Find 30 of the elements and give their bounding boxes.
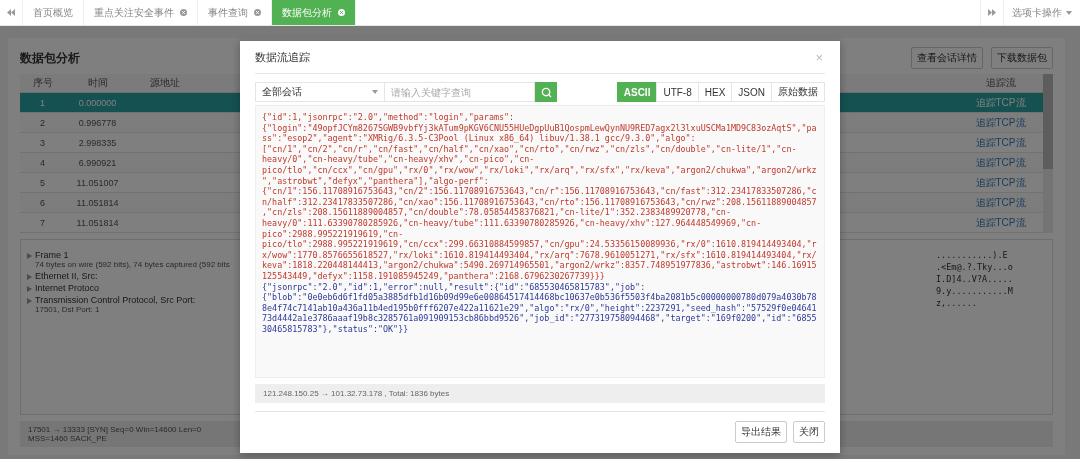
table-cell: 6.990921 — [78, 157, 117, 168]
ascii-dump-line: I.D]4..V?A..... — [936, 274, 1014, 284]
table-cell: 4 — [40, 157, 45, 168]
table-cell: 3 — [40, 137, 45, 148]
table-cell: 0.000000 — [78, 97, 117, 108]
column-header: 时间 — [87, 76, 108, 90]
table-cell: 11.051007 — [76, 177, 119, 188]
detail-info: 17501, Dst Port: 1 — [35, 305, 100, 314]
ascii-dump-line: .<Em@.?.Tky...o — [936, 262, 1014, 272]
column-header: 序号 — [32, 76, 53, 90]
table-cell: 11.051814 — [76, 197, 119, 208]
column-header: 源地址 — [150, 76, 180, 90]
page-title: 数据包分析 — [20, 49, 80, 67]
table-cell: 2.998335 — [78, 137, 117, 148]
table-cell: 0.996778 — [78, 117, 117, 128]
status-text: 17501 → 13333 [SYN] Seq=0 Win=14600 Len=0 MSS=1460 SACK_PE — [28, 425, 203, 443]
table-cell: 2 — [40, 117, 45, 128]
table-cell: 11.051814 — [76, 217, 119, 228]
column-header: 追踪流 — [985, 76, 1016, 90]
ascii-dump-line: ...........).E — [936, 250, 1009, 260]
table-cell: 5 — [40, 177, 45, 188]
server-stream-text: {"jsonrpc":"2.0","id":1,"error":null,"result":{"id":"685530465815783","job":{"blob":"0e0eb6d6f1fd05a3885dfb1d16b09d99e6e00864517414468bc10637e0b536f5503f4ba2081b5c00000000780d079a4030b788e4f74c7141ab10a436a11b4ed195b0fff6207e422a11621e29","algo":"rx/0","height":2237291,"seed_hash":"57529f0e0464173d4442a1e3786aaaf19b8c3285761a091909153cb86bbd9526","job_id":"277319758094468","target":"169f0200","id":"685530465815783"},"status":"OK"}} — [262, 281, 818, 335]
stream-summary: 121.248.150.25 → 101.32.73.178 , Total: 1836 bytes — [255, 384, 825, 403]
ascii-dump-line: 9.y...........M — [936, 286, 1014, 296]
dialog-title: 数据流追踪 — [255, 49, 310, 65]
table-cell: 6 — [40, 197, 45, 208]
table-cell: 7 — [40, 217, 45, 228]
detail-info: 74 bytes on wire (592 bits), 74 bytes captured (592 bits — [35, 260, 230, 269]
ascii-dump-line: z,...... — [936, 298, 978, 308]
table-cell: 1 — [40, 97, 45, 108]
